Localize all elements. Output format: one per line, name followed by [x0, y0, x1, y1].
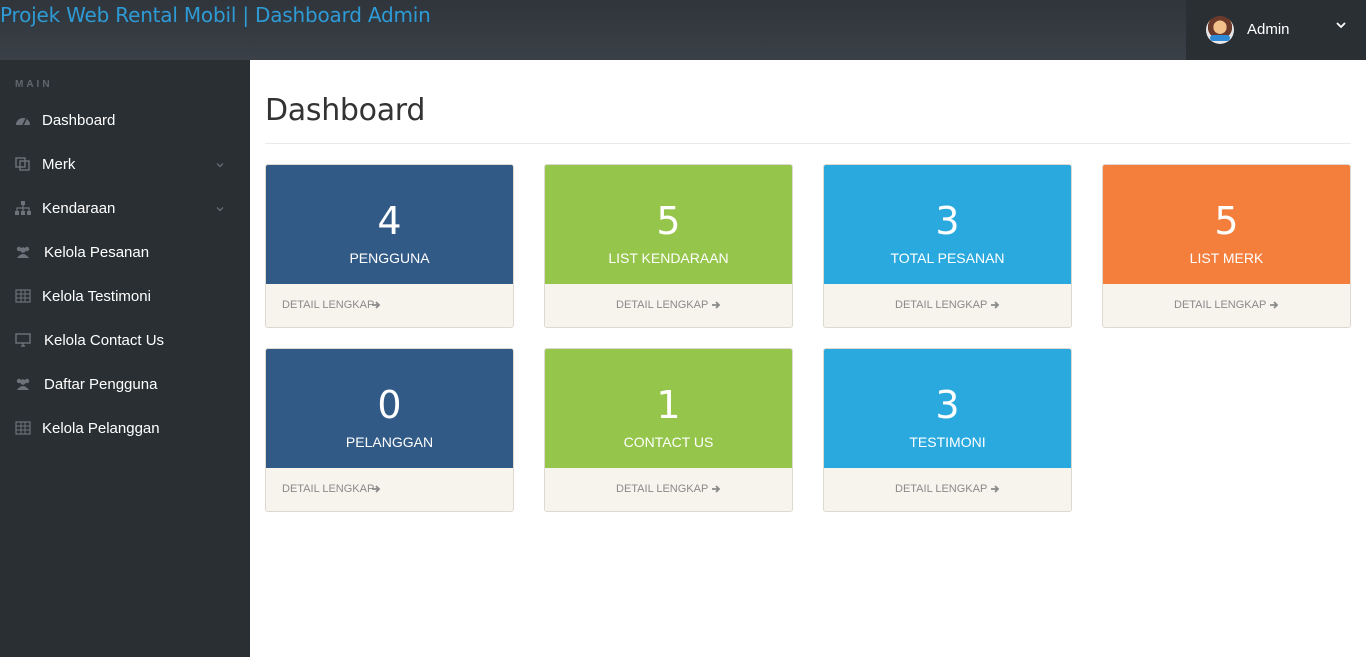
sidebar-item-label: Merk [42, 156, 76, 173]
stat-card-pelanggan: 0 PELANGGAN DETAIL LENGKAP [265, 348, 514, 512]
top-bar: Projek Web Rental Mobil | Dashboard Admi… [0, 0, 1366, 60]
detail-link[interactable]: DETAIL LENGKAP [282, 483, 374, 495]
user-menu[interactable]: Admin [1186, 0, 1366, 60]
sidebar-item-kelola-contact-us[interactable]: Kelola Contact Us [0, 319, 250, 363]
sidebar-item-dashboard[interactable]: Dashboard [0, 99, 250, 143]
sitemap-icon [15, 201, 31, 215]
sidebar-item-label: Kelola Testimoni [42, 288, 151, 305]
main-content: Dashboard 4 PENGGUNA DETAIL LENGKAP 5 LI… [250, 60, 1366, 657]
card-value: 0 [377, 383, 402, 427]
card-value: 1 [656, 383, 681, 427]
detail-link[interactable]: DETAIL LENGKAP [616, 299, 708, 311]
sidebar-item-label: Dashboard [42, 112, 116, 129]
card-footer[interactable]: DETAIL LENGKAP [266, 284, 513, 327]
arrow-right-icon [991, 485, 1000, 493]
card-value: 5 [656, 199, 681, 243]
card-footer[interactable]: DETAIL LENGKAP [545, 468, 792, 511]
detail-link[interactable]: DETAIL LENGKAP [1174, 299, 1266, 311]
card-label: PELANGGAN [345, 434, 434, 450]
sidebar-item-label: Kelola Pelanggan [42, 420, 160, 437]
card-footer[interactable]: DETAIL LENGKAP [824, 468, 1071, 511]
card-header: 3 TOTAL PESANAN [824, 165, 1071, 284]
desktop-icon [15, 333, 31, 347]
stat-card-pengguna: 4 PENGGUNA DETAIL LENGKAP [265, 164, 514, 328]
chevron-down-icon [216, 207, 224, 212]
card-header: 4 PENGGUNA [266, 165, 513, 284]
table-icon [15, 289, 31, 303]
user-name[interactable]: Admin [1247, 21, 1290, 38]
card-label: LIST KENDARAAN [608, 250, 729, 266]
dashboard-icon [16, 118, 30, 126]
card-header: 5 LIST KENDARAAN [545, 165, 792, 284]
chevron-down-icon[interactable] [1334, 18, 1348, 32]
detail-link[interactable]: DETAIL LENGKAP [616, 483, 708, 495]
card-header: 1 CONTACT US [545, 349, 792, 468]
card-value: 4 [377, 199, 402, 243]
stat-card-list-kendaraan: 5 LIST KENDARAAN DETAIL LENGKAP [544, 164, 793, 328]
sidebar-item-kelola-pelanggan[interactable]: Kelola Pelanggan [0, 407, 250, 451]
detail-link[interactable]: DETAIL LENGKAP [895, 299, 987, 311]
sidebar-item-label: Kelola Contact Us [44, 332, 165, 349]
stat-card-testimoni: 3 TESTIMONI DETAIL LENGKAP [823, 348, 1072, 512]
card-header: 0 PELANGGAN [266, 349, 513, 468]
stat-card-contact-us: 1 CONTACT US DETAIL LENGKAP [544, 348, 793, 512]
sidebar-item-kendaraan[interactable]: Kendaraan [0, 187, 250, 231]
card-label: PENGGUNA [349, 250, 430, 266]
arrow-right-icon [372, 485, 381, 493]
arrow-right-icon [712, 485, 721, 493]
sidebar: MAIN Dashboard Merk Kendaraan Kelola Pes… [0, 60, 250, 657]
stat-card-total-pesanan: 3 TOTAL PESANAN DETAIL LENGKAP [823, 164, 1072, 328]
users-icon [16, 378, 30, 390]
card-value: 3 [935, 383, 960, 427]
brand-title[interactable]: Projek Web Rental Mobil | Dashboard Admi… [0, 3, 431, 27]
table-icon [15, 421, 31, 435]
sidebar-item-label: Daftar Pengguna [44, 376, 158, 393]
card-value: 3 [935, 199, 960, 243]
arrow-right-icon [991, 301, 1000, 309]
chevron-down-icon [216, 163, 224, 168]
detail-link[interactable]: DETAIL LENGKAP [895, 483, 987, 495]
stat-card-list-merk: 5 LIST MERK DETAIL LENGKAP [1102, 164, 1351, 328]
title-divider [265, 143, 1351, 144]
arrow-right-icon [712, 301, 721, 309]
card-label: LIST MERK [1189, 250, 1264, 266]
arrow-right-icon [1270, 301, 1279, 309]
card-header: 3 TESTIMONI [824, 349, 1071, 468]
sidebar-item-label: Kelola Pesanan [44, 244, 150, 261]
sidebar-heading: MAIN [15, 79, 53, 90]
copy-icon [15, 157, 30, 171]
sidebar-item-label: Kendaraan [42, 200, 116, 217]
card-footer[interactable]: DETAIL LENGKAP [545, 284, 792, 327]
card-label: CONTACT US [623, 434, 714, 450]
sidebar-item-merk[interactable]: Merk [0, 143, 250, 187]
card-footer[interactable]: DETAIL LENGKAP [1103, 284, 1350, 327]
detail-link[interactable]: DETAIL LENGKAP [282, 299, 374, 311]
sidebar-item-kelola-pesanan[interactable]: Kelola Pesanan [0, 231, 250, 275]
sidebar-item-daftar-pengguna[interactable]: Daftar Pengguna [0, 363, 250, 407]
card-value: 5 [1214, 199, 1239, 243]
avatar[interactable] [1206, 16, 1234, 44]
card-footer[interactable]: DETAIL LENGKAP [824, 284, 1071, 327]
users-icon [16, 246, 30, 258]
card-footer[interactable]: DETAIL LENGKAP [266, 468, 513, 511]
card-header: 5 LIST MERK [1103, 165, 1350, 284]
sidebar-item-kelola-testimoni[interactable]: Kelola Testimoni [0, 275, 250, 319]
arrow-right-icon [372, 301, 381, 309]
card-label: TESTIMONI [909, 434, 986, 450]
card-label: TOTAL PESANAN [890, 250, 1005, 266]
page-title: Dashboard [265, 93, 426, 128]
